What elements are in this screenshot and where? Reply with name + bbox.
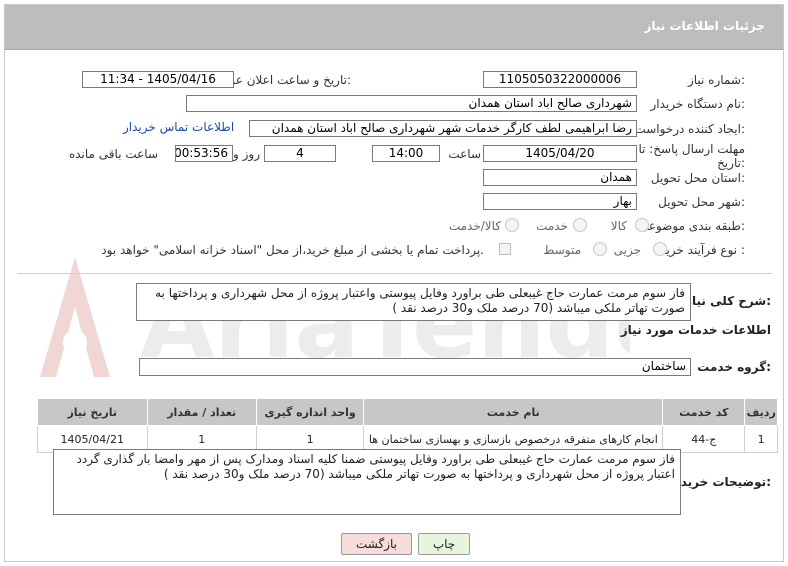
days-field: 4: [264, 145, 336, 162]
process-label: نوع فرآیند خرید :: [660, 243, 745, 257]
section-divider: [17, 273, 772, 274]
announce-date-field: 1405/04/16 - 11:34: [82, 71, 234, 88]
deadline-date-field: 1405/04/20: [483, 145, 637, 162]
col-quantity: تعداد / مقدار: [146, 398, 257, 426]
remaining-time-field: 00:53:56: [175, 145, 233, 162]
buyer-org-field: شهرداری صالح اباد استان همدان: [186, 95, 637, 112]
page-frame: جزئیات اطلاعات نیاز AriaTender.neT شماره…: [4, 4, 784, 562]
page-header: جزئیات اطلاعات نیاز: [5, 5, 783, 50]
category-label: طبقه بندی موضوعی:: [638, 219, 745, 233]
need-number-field: 1105050322000006: [483, 71, 637, 88]
summary-label: شرح کلی نیاز:: [685, 294, 771, 308]
buyer-notes-textarea: فاز سوم مرمت عمارت حاج غیبعلی طی براورد …: [53, 449, 681, 515]
treasury-payment-checkbox[interactable]: [499, 243, 511, 255]
payment-note: پرداخت تمام یا بخشی از مبلغ خرید،از محل …: [101, 243, 484, 257]
category-goods-service-label: کالا/خدمت: [448, 219, 501, 233]
deadline-time-field: 14:00: [372, 145, 440, 162]
need-number-label: شماره نیاز:: [687, 73, 745, 87]
back-button[interactable]: بازگشت: [341, 533, 412, 555]
col-service-code: کد خدمت: [662, 398, 746, 426]
services-table: ردیف کد خدمت نام خدمت واحد اندازه گیری ت…: [37, 398, 778, 453]
category-service-label: خدمت: [536, 219, 568, 233]
print-button[interactable]: چاپ: [418, 533, 470, 555]
table-header-row: ردیف کد خدمت نام خدمت واحد اندازه گیری ت…: [37, 398, 778, 426]
deadline-label: مهلت ارسال پاسخ: تا: [638, 142, 745, 156]
requester-label: ایجاد کننده درخواست:: [634, 122, 745, 136]
col-unit: واحد اندازه گیری: [255, 398, 365, 426]
category-goods-label: کالا: [610, 219, 627, 233]
requester-field: رضا ابراهیمی لطف کارگر خدمات شهر شهرداری…: [249, 120, 637, 137]
buyer-contact-link[interactable]: اطلاعات تماس خریدار: [123, 120, 234, 134]
col-service-name: نام خدمت: [363, 398, 664, 426]
city-field: بهار: [483, 193, 637, 210]
service-group-label: گروه خدمت:: [697, 360, 771, 374]
col-need-date: تاریخ نیاز: [37, 398, 148, 426]
time-label: ساعت: [448, 147, 481, 161]
page-title: جزئیات اطلاعات نیاز: [644, 19, 765, 33]
category-goods-radio[interactable]: [635, 218, 649, 232]
province-label: استان محل تحویل:: [650, 171, 745, 185]
summary-textarea: فاز سوم مرمت عمارت حاج غیبعلی طی براورد …: [136, 283, 691, 321]
buyer-notes-label: توضیحات خریدار:: [669, 475, 771, 489]
days-label: روز و: [233, 147, 260, 161]
category-goods-service-radio[interactable]: [505, 218, 519, 232]
col-row: ردیف: [744, 398, 778, 426]
process-minor-radio[interactable]: [653, 242, 667, 256]
process-medium-radio[interactable]: [593, 242, 607, 256]
cell-row: 1: [744, 425, 778, 453]
category-service-radio[interactable]: [573, 218, 587, 232]
service-group-field: ساختمان: [139, 358, 691, 376]
city-label: شهر محل تحویل:: [658, 195, 745, 209]
buyer-org-label: نام دستگاه خریدار:: [650, 97, 746, 111]
remaining-label: ساعت باقی مانده: [68, 147, 158, 161]
deadline-label-date: تاریخ:: [717, 156, 745, 170]
services-section-title: اطلاعات خدمات مورد نیاز: [620, 323, 771, 337]
process-medium-label: متوسط: [543, 243, 581, 257]
province-field: همدان: [483, 169, 637, 186]
process-minor-label: جزیی: [613, 243, 641, 257]
